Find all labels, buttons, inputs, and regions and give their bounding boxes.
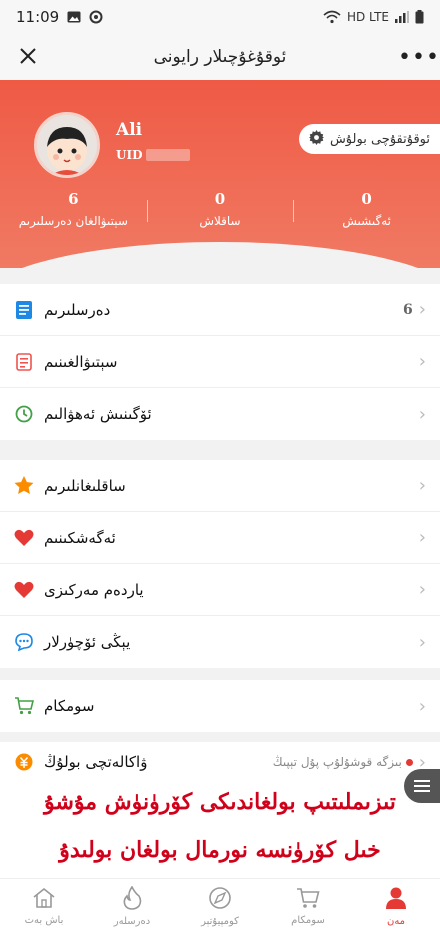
username: Ali: [116, 120, 143, 140]
heart-icon: [14, 580, 34, 600]
book-icon: [14, 300, 34, 320]
stat-purchased-courses[interactable]: 6 سېتىۋالغان دەرسلىرىم: [0, 190, 147, 228]
chevron-right-icon: ›: [418, 527, 426, 548]
chevron-right-icon: ›: [418, 695, 426, 717]
menu-item-following[interactable]: ئەگەشكىنىم ›: [0, 512, 440, 564]
menu-item-help-center[interactable]: ياردەم مەركىزى ›: [0, 564, 440, 616]
notice-line-1: تىزىملىتىپ بولغاندىكى كۆرۈنۈش مۇشۇ: [44, 789, 396, 815]
more-button[interactable]: •••: [398, 45, 439, 70]
tab-label: مەن: [386, 916, 406, 927]
menu-item-label: دەرسلىرىم: [44, 300, 111, 319]
gallery-icon: [67, 11, 81, 23]
chevron-right-icon: ›: [418, 299, 426, 320]
red-dot-badge: [405, 758, 413, 766]
promo-text: بىزگە قوشۇلۇپ پۇل تېپىڭ: [272, 755, 402, 769]
page-title: ئوقۇغۇچىلار رايونى: [153, 47, 287, 67]
close-button[interactable]: [14, 43, 42, 71]
battery-icon: [415, 10, 424, 24]
floating-menu-button[interactable]: [404, 769, 440, 803]
notice-overlay: تىزىملىتىپ بولغاندىكى كۆرۈنۈش مۇشۇ خىل ك…: [0, 774, 440, 878]
sync-icon: [89, 10, 103, 24]
home-icon: [32, 887, 56, 912]
tab-computer[interactable]: كومپيۇتېر: [176, 879, 264, 934]
menu-item-new-messages[interactable]: يېڭى ئۆچۈرلار ›: [0, 616, 440, 668]
cart-icon: [296, 887, 320, 912]
agent-promo: بىزگە قوشۇلۇپ پۇل تېپىڭ: [273, 755, 413, 769]
tab-label: باش بەت: [24, 915, 64, 926]
stat-following[interactable]: 0 ئەگىشىش: [293, 190, 440, 228]
uid-label: UID: [116, 148, 143, 162]
stats-row: 6 سېتىۋالغان دەرسلىرىم 0 ساقلاش 0 ئەگىشى…: [0, 190, 440, 228]
tab-label: سومكام: [291, 915, 325, 926]
menu-item-purchases[interactable]: سېتىۋالغىنىم ›: [0, 336, 440, 388]
become-teacher-label: ئوقۇتقۇچى بولۇش: [329, 131, 430, 147]
menu-group-courses: دەرسلىرىم 6 › سېتىۋالغىنىم › ئۆگىنىش ئەھ…: [0, 284, 440, 440]
menu-group-activity: ساقلىغانلىرىم › ئەگەشكىنىم › ياردەم مەرك…: [0, 460, 440, 668]
chevron-right-icon: ›: [418, 475, 426, 496]
stat-label: ساقلاش: [199, 214, 241, 228]
stat-label: ئەگىشىش: [342, 214, 391, 228]
stat-value: 6: [68, 190, 79, 208]
chevron-right-icon: ›: [418, 403, 426, 425]
bottom-tab-bar: باش بەت دەرسلەر كومپيۇتېر سومكام مەن: [0, 878, 440, 934]
menu-item-my-courses[interactable]: دەرسلىرىم 6 ›: [0, 284, 440, 336]
menu-item-label: يېڭى ئۆچۈرلار: [44, 633, 131, 651]
tab-me[interactable]: مەن: [352, 879, 440, 934]
stat-label: سېتىۋالغان دەرسلىرىم: [18, 214, 128, 228]
tab-label: كومپيۇتېر: [201, 916, 239, 927]
stat-value: 0: [214, 190, 226, 208]
tab-label: دەرسلەر: [113, 916, 151, 927]
menu-item-label: سومكام: [44, 697, 95, 715]
stat-saved[interactable]: 0 ساقلاش: [146, 190, 294, 228]
menu-item-become-agent[interactable]: ۋاكالەتچى بولۇڭ بىزگە قوشۇلۇپ پۇل تېپىڭ …: [0, 742, 440, 774]
menu-group-agent: ۋاكالەتچى بولۇڭ بىزگە قوشۇلۇپ پۇل تېپىڭ …: [0, 742, 440, 774]
tab-home[interactable]: باش بەت: [0, 879, 88, 934]
header-curve: [0, 242, 440, 268]
chat-icon: [14, 632, 34, 652]
person-icon: [384, 886, 408, 913]
menu-item-label: ئەگەشكىنىم: [44, 528, 116, 547]
network-label: HD LTE: [346, 10, 389, 24]
heart-icon: [14, 528, 34, 548]
menu-item-learning-status[interactable]: ئۆگىنىش ئەھۋالىم ›: [0, 388, 440, 440]
star-icon: [14, 476, 34, 496]
course-count: 6: [403, 301, 413, 318]
menu-item-label: ئۆگىنىش ئەھۋالىم: [44, 405, 152, 423]
status-time: 11:09: [16, 8, 60, 26]
wifi-icon: [323, 10, 341, 24]
notice-line-2: خىل كۆرۈنسە نورمال بولغان بولىدۇ: [59, 837, 381, 863]
menu-group-cart: سومكام ›: [0, 680, 440, 732]
tab-courses[interactable]: دەرسلەر: [88, 879, 176, 934]
menu-item-label: ساقلىغانلىرىم: [44, 476, 126, 495]
menu-item-label: سېتىۋالغىنىم: [44, 352, 118, 371]
gear-icon: [308, 129, 324, 149]
become-teacher-button[interactable]: ئوقۇتقۇچى بولۇش: [298, 124, 440, 154]
title-bar: ئوقۇغۇچىلار رايونى •••: [0, 34, 440, 80]
user-id: UID: [116, 148, 191, 162]
stat-value: 0: [361, 190, 372, 208]
close-icon: [20, 48, 36, 64]
menu-item-cart[interactable]: سومكام ›: [0, 680, 440, 732]
avatar[interactable]: [34, 112, 100, 178]
uid-value-redacted: [146, 149, 191, 161]
receipt-icon: [14, 352, 34, 372]
menu-icon: [414, 780, 430, 792]
chevron-right-icon: ›: [418, 351, 426, 372]
menu-item-saved[interactable]: ساقلىغانلىرىم ›: [0, 460, 440, 512]
menu-item-label: ۋاكالەتچى بولۇڭ: [44, 753, 148, 771]
flame-icon: [121, 885, 143, 913]
signal-icon: [395, 11, 409, 23]
tab-cart[interactable]: سومكام: [264, 879, 352, 934]
menu-item-label: ياردەم مەركىزى: [44, 580, 144, 599]
clock-icon: [14, 404, 34, 424]
profile-header: Ali UID ئوقۇتقۇچى بولۇش 6 سېتىۋالغان دەر…: [0, 80, 440, 268]
chevron-right-icon: ›: [418, 579, 426, 600]
compass-icon: [208, 886, 232, 913]
status-bar: 11:09 HD LTE: [0, 0, 440, 34]
money-icon: [14, 752, 34, 772]
chevron-right-icon: ›: [418, 631, 426, 653]
cart-icon: [14, 696, 34, 716]
